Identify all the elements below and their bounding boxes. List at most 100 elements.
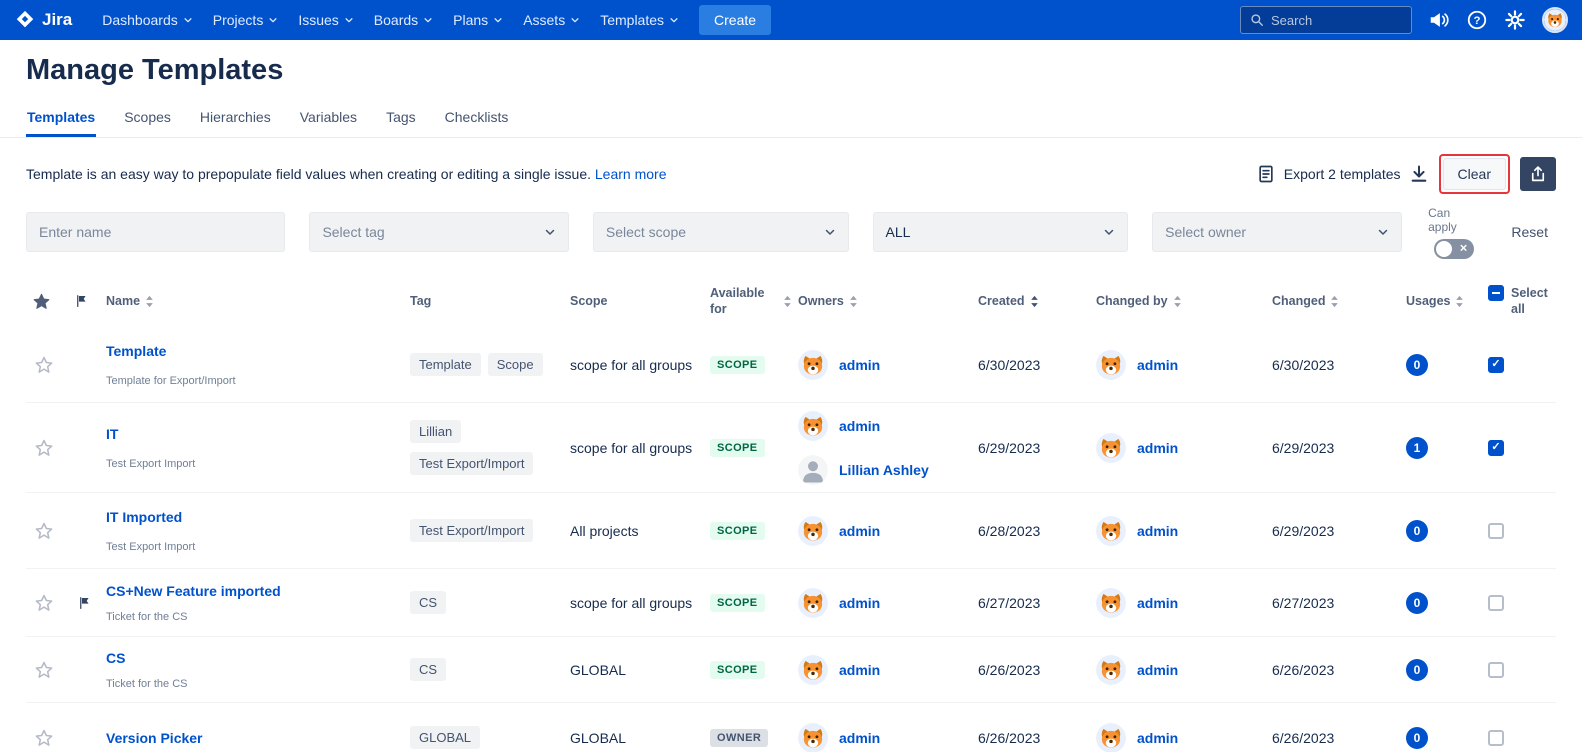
header-created[interactable]: Created [978,293,1096,309]
nav-item-plans[interactable]: Plans [443,5,513,35]
changed-by-link[interactable]: admin [1137,440,1178,456]
share-export-button[interactable] [1520,157,1556,191]
usages-badge[interactable]: 1 [1406,437,1428,459]
tab-hierarchies[interactable]: Hierarchies [199,105,272,137]
tag-chip[interactable]: Test Export/Import [410,452,533,475]
select-cell [1488,730,1576,746]
template-name-link[interactable]: IT Imported [106,509,400,525]
header-flag[interactable] [62,292,106,310]
dog-avatar [798,655,828,685]
template-name-link[interactable]: CS+New Feature imported [106,583,400,599]
row-checkbox[interactable] [1488,595,1504,611]
user-avatar[interactable] [1542,7,1568,33]
owner-link[interactable]: admin [839,662,880,678]
can-apply-toggle[interactable]: ✕ [1434,239,1474,259]
changed-cell: 6/29/2023 [1272,523,1406,539]
owner-filter-select[interactable]: Select owner [1152,212,1402,252]
usages-badge[interactable]: 0 [1406,727,1428,749]
owner-link[interactable]: admin [839,418,880,434]
search-input[interactable] [1271,13,1402,28]
nav-item-issues[interactable]: Issues [288,5,363,35]
tag-chip[interactable]: Template [410,353,481,376]
owner: admin [1096,588,1272,618]
tag-chip[interactable]: GLOBAL [410,726,480,749]
star-outline-icon[interactable] [34,438,54,458]
changed-by-link[interactable]: admin [1137,730,1178,746]
tag-chip[interactable]: Lillian [410,420,461,443]
changed-by-link[interactable]: admin [1137,523,1178,539]
usages-badge[interactable]: 0 [1406,354,1428,376]
owner-link[interactable]: Lillian Ashley [839,462,929,478]
tag-chip[interactable]: CS [410,658,446,681]
owner-link[interactable]: admin [839,523,880,539]
nav-search[interactable] [1240,6,1412,34]
tab-variables[interactable]: Variables [299,105,358,137]
star-outline-icon[interactable] [34,593,54,613]
select-all-checkbox[interactable] [1488,285,1504,301]
announcements-icon[interactable] [1428,9,1450,31]
header-name[interactable]: Name [106,293,410,309]
row-checkbox[interactable] [1488,662,1504,678]
usages-badge[interactable]: 0 [1406,520,1428,542]
changed-by-link[interactable]: admin [1137,357,1178,373]
template-name-link[interactable]: Template [106,343,400,359]
nav-item-projects[interactable]: Projects [203,5,289,35]
flag-icon [74,292,89,310]
reset-button[interactable]: Reset [1503,216,1556,248]
create-button[interactable]: Create [699,5,771,35]
template-name-link[interactable]: Version Picker [106,730,400,746]
tag-filter-select[interactable]: Select tag [309,212,568,252]
name-filter-input[interactable] [26,212,285,252]
owner-link[interactable]: admin [839,595,880,611]
usages-badge[interactable]: 0 [1406,592,1428,614]
row-checkbox[interactable] [1488,440,1504,456]
settings-gear-icon[interactable] [1504,9,1526,31]
tab-checklists[interactable]: Checklists [444,105,510,137]
header-usages[interactable]: Usages [1406,293,1488,309]
row-checkbox[interactable] [1488,523,1504,539]
nav-item-templates[interactable]: Templates [590,5,689,35]
tag-chip[interactable]: CS [410,591,446,614]
owners-cell: admin [798,350,978,380]
help-icon[interactable] [1466,9,1488,31]
template-description: Ticket for the CS [106,611,400,623]
created-cell: 6/27/2023 [978,595,1096,611]
brand-label: Jira [42,10,72,30]
tab-scopes[interactable]: Scopes [123,105,172,137]
tab-tags[interactable]: Tags [385,105,417,137]
name-cell: CS+New Feature imported Ticket for the C… [106,571,410,635]
owner-badge: OWNER [710,729,768,747]
tag-chip[interactable]: Test Export/Import [410,519,533,542]
star-outline-icon[interactable] [34,355,54,375]
jira-logo[interactable]: Jira [14,9,72,31]
template-name-link[interactable]: IT [106,426,400,442]
changed-by-link[interactable]: admin [1137,662,1178,678]
star-outline-icon[interactable] [34,728,54,748]
changed-by-link[interactable]: admin [1137,595,1178,611]
row-checkbox[interactable] [1488,730,1504,746]
tab-templates[interactable]: Templates [26,105,96,137]
clear-button[interactable]: Clear [1443,158,1506,190]
tag-chip[interactable]: Scope [488,353,543,376]
header-changed-by[interactable]: Changed by [1096,293,1272,309]
header-changed[interactable]: Changed [1272,293,1406,309]
name-cell: IT Test Export Import [106,414,410,482]
nav-item-dashboards[interactable]: Dashboards [92,5,203,35]
star-outline-icon[interactable] [34,521,54,541]
project-filter-select[interactable]: ALL [873,212,1129,252]
template-name-link[interactable]: CS [106,650,400,666]
owner-link[interactable]: admin [839,730,880,746]
usages-badge[interactable]: 0 [1406,659,1428,681]
nav-item-boards[interactable]: Boards [364,5,443,35]
header-available-for[interactable]: Available for [710,285,798,318]
flag-filled-icon[interactable] [77,594,92,612]
learn-more-link[interactable]: Learn more [595,166,667,182]
star-outline-icon[interactable] [34,660,54,680]
owner-link[interactable]: admin [839,357,880,373]
header-favorite[interactable] [26,292,62,311]
nav-item-assets[interactable]: Assets [513,5,590,35]
row-checkbox[interactable] [1488,357,1504,373]
scope-filter-select[interactable]: Select scope [593,212,849,252]
export-templates-button[interactable]: Export 2 templates [1256,164,1429,184]
header-owners[interactable]: Owners [798,293,978,309]
